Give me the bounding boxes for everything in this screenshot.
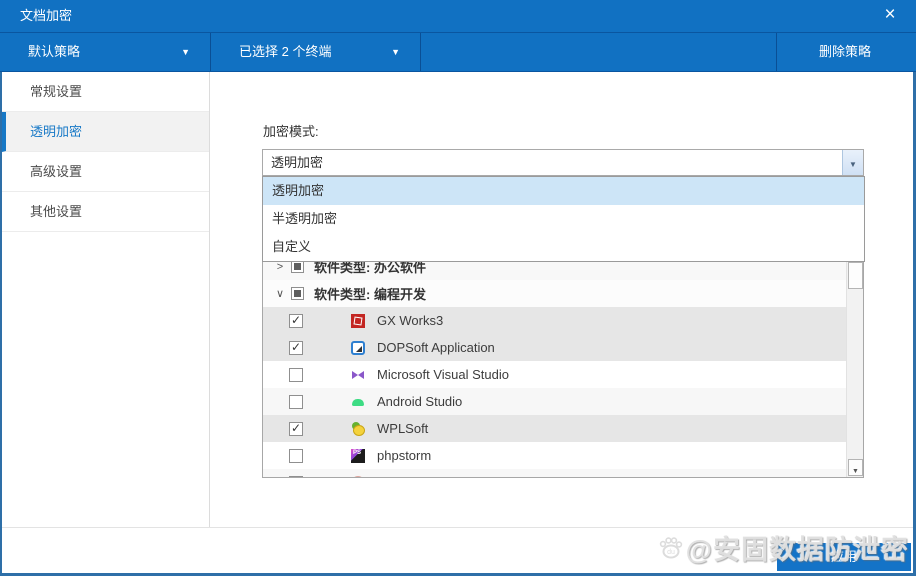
dopsoft-icon <box>351 340 365 355</box>
software-name: Microsoft Visual Studio <box>377 367 509 382</box>
dropdown-option-transparent[interactable]: 透明加密 <box>263 177 864 205</box>
sidebar-item-other[interactable]: 其他设置 <box>2 192 209 232</box>
sidebar-item-general[interactable]: 常规设置 <box>2 72 209 112</box>
software-name: EditPlus <box>377 475 425 477</box>
caret-down-icon: ▼ <box>181 47 190 57</box>
checkbox-checked[interactable]: ✓ <box>289 420 303 436</box>
apply-button[interactable]: 应用 <box>777 543 911 571</box>
software-name: phpstorm <box>377 448 432 463</box>
phpstorm-icon: PS <box>351 448 365 463</box>
software-name: WPLSoft <box>377 421 429 436</box>
svg-text:du: du <box>667 549 675 556</box>
visual-studio-icon <box>351 368 365 382</box>
software-row-gx-works3[interactable]: ✓ GX Works3 <box>263 307 863 334</box>
software-row-phpstorm[interactable]: PS phpstorm <box>263 442 863 469</box>
software-row-android-studio[interactable]: Android Studio <box>263 388 863 415</box>
settings-sidebar: 常规设置 透明加密 高级设置 其他设置 <box>2 72 210 527</box>
title-bar: 文档加密 × <box>0 0 916 32</box>
caret-down-icon: ▼ <box>849 160 857 169</box>
indeterminate-mark <box>294 290 301 297</box>
scrollbar-thumb[interactable] <box>848 262 863 289</box>
editplus-icon <box>351 475 365 477</box>
footer-divider <box>0 527 916 528</box>
combobox-value: 透明加密 <box>271 155 324 170</box>
policy-toolbar: 默认策略 ▼ 已选择 2 个终端 ▼ 删除策略 <box>0 32 916 72</box>
dropdown-option-semi-transparent[interactable]: 半透明加密 <box>263 205 864 233</box>
check-icon: ✓ <box>291 420 302 435</box>
encryption-mode-dropdown-list: 透明加密 半透明加密 自定义 <box>262 176 865 262</box>
checkbox-unchecked[interactable] <box>289 448 303 463</box>
delete-policy-button[interactable]: 删除策略 <box>776 33 913 71</box>
dropdown-option-custom[interactable]: 自定义 <box>263 233 864 261</box>
scroll-down-icon: ▼ <box>852 468 859 475</box>
group-label: 软件类型: 编程开发 <box>314 287 426 302</box>
window-title: 文档加密 <box>20 8 73 23</box>
policy-dropdown-label: 默认策略 <box>28 44 81 59</box>
sidebar-item-transparent-encryption[interactable]: 透明加密 <box>2 112 209 152</box>
software-row-visual-studio[interactable]: Microsoft Visual Studio <box>263 361 863 388</box>
sidebar-item-advanced[interactable]: 高级设置 <box>2 152 209 192</box>
check-icon: ✓ <box>291 339 302 354</box>
wplsoft-icon <box>351 421 365 436</box>
software-row-wplsoft[interactable]: ✓ WPLSoft <box>263 415 863 442</box>
software-list: > 软件类型: 办公软件 ∨ 软件类型: 编程开发 ✓ GX Works3 ✓ … <box>262 252 864 478</box>
checkbox-unchecked[interactable] <box>289 394 303 409</box>
terminal-dropdown-label: 已选择 2 个终端 <box>239 44 332 59</box>
scrollbar-down-button[interactable]: ▼ <box>848 459 863 476</box>
document-encryption-dialog: 文档加密 × 默认策略 ▼ 已选择 2 个终端 ▼ 删除策略 常规设置 透明加密… <box>0 0 916 576</box>
phpstorm-letters: PS <box>353 449 362 456</box>
checkbox-unchecked[interactable] <box>289 367 303 382</box>
group-row-programming-dev[interactable]: ∨ 软件类型: 编程开发 <box>263 280 863 307</box>
check-icon: ✓ <box>291 312 302 327</box>
encryption-mode-label: 加密模式: <box>263 124 319 139</box>
gx-works3-icon <box>351 313 365 328</box>
baidu-paw-icon: du <box>659 536 682 558</box>
checkbox-checked[interactable]: ✓ <box>289 312 303 328</box>
combobox-caret-button[interactable]: ▼ <box>842 150 863 175</box>
software-name: Android Studio <box>377 394 463 409</box>
terminal-dropdown[interactable]: 已选择 2 个终端 ▼ <box>211 33 421 71</box>
close-icon[interactable]: × <box>874 0 906 32</box>
caret-down-icon: ▼ <box>391 47 400 57</box>
chevron-right-icon[interactable]: > <box>273 261 287 273</box>
encryption-mode-combobox[interactable]: 透明加密 ▼ <box>262 149 864 176</box>
scrollbar[interactable]: ▼ <box>846 253 863 477</box>
window-border-left <box>0 32 2 576</box>
checkbox-indeterminate[interactable] <box>291 287 304 300</box>
software-name: DOPSoft Application <box>377 340 495 355</box>
policy-dropdown[interactable]: 默认策略 ▼ <box>0 33 211 71</box>
android-studio-icon <box>351 395 365 409</box>
software-row-dopsoft[interactable]: ✓ DOPSoft Application <box>263 334 863 361</box>
indeterminate-mark <box>294 263 301 270</box>
checkbox-unchecked[interactable] <box>289 475 303 477</box>
chevron-down-icon[interactable]: ∨ <box>273 287 287 300</box>
checkbox-checked[interactable]: ✓ <box>289 339 303 355</box>
software-row-editplus[interactable]: EditPlus <box>263 469 863 477</box>
software-name: GX Works3 <box>377 313 444 328</box>
